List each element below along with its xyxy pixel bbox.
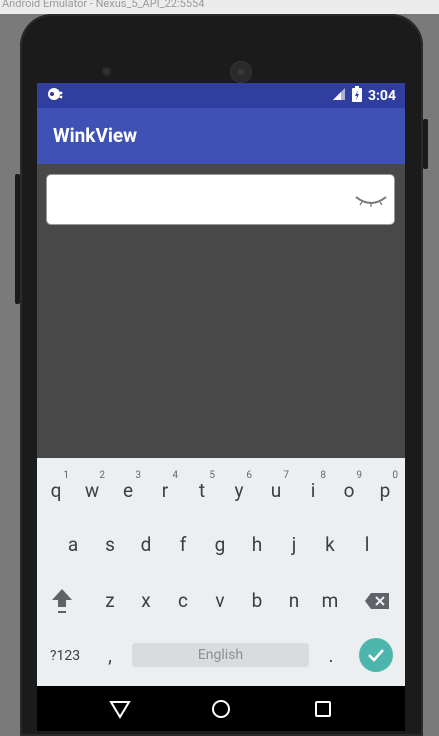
comma-key[interactable]: ,	[95, 636, 125, 676]
key-o[interactable]: 9o	[334, 471, 364, 511]
front-camera	[102, 67, 111, 76]
battery-icon	[351, 86, 362, 106]
key-d[interactable]: d	[131, 525, 161, 565]
period-key[interactable]: .	[316, 636, 346, 676]
key-q[interactable]: 1q	[41, 471, 71, 511]
soft-keyboard: 1q 2w 3e 4r 5t 6y 7u 8i 9o 0p a s d f g …	[37, 458, 405, 686]
home-icon[interactable]	[209, 697, 233, 721]
key-u[interactable]: 7u	[261, 471, 291, 511]
back-icon[interactable]	[108, 697, 132, 721]
key-b[interactable]: b	[242, 581, 272, 621]
shift-arrow-icon	[52, 589, 72, 613]
spacebar[interactable]: English	[132, 643, 309, 667]
key-c[interactable]: c	[168, 581, 198, 621]
recents-icon[interactable]	[311, 697, 335, 721]
key-z[interactable]: z	[95, 581, 125, 621]
checkmark-icon	[368, 649, 384, 662]
key-v[interactable]: v	[205, 581, 235, 621]
shift-key[interactable]	[47, 581, 77, 621]
earpiece-speaker	[230, 61, 252, 83]
status-bar: 3:04	[37, 83, 405, 108]
emulator-window-title: Android Emulator - Nexus_5_API_22:5554	[0, 0, 439, 14]
side-button-right	[423, 119, 428, 169]
status-time: 3:04	[367, 88, 396, 104]
key-g[interactable]: g	[205, 525, 235, 565]
key-x[interactable]: x	[131, 581, 161, 621]
notification-icon	[46, 87, 64, 107]
key-s[interactable]: s	[95, 525, 125, 565]
navigation-bar	[37, 686, 405, 731]
app-toolbar: WinkView	[37, 108, 405, 164]
key-a[interactable]: a	[58, 525, 88, 565]
backspace-icon	[365, 593, 389, 609]
key-p[interactable]: 0p	[370, 471, 400, 511]
key-m[interactable]: m	[315, 581, 345, 621]
key-k[interactable]: k	[315, 525, 345, 565]
key-i[interactable]: 8i	[298, 471, 328, 511]
app-title: WinkView	[53, 124, 138, 147]
key-j[interactable]: j	[279, 525, 309, 565]
key-e[interactable]: 3e	[113, 471, 143, 511]
enter-key[interactable]	[359, 638, 393, 672]
backspace-key[interactable]	[362, 581, 392, 621]
key-l[interactable]: l	[352, 525, 382, 565]
wink-text-field[interactable]	[47, 175, 394, 224]
key-n[interactable]: n	[279, 581, 309, 621]
key-t[interactable]: 5t	[187, 471, 217, 511]
device-screen: 3:04 WinkView 1q 2w 3e 4r 5t 6y 7u 8i 9o…	[37, 83, 405, 731]
cellular-signal-icon	[332, 87, 346, 105]
key-y[interactable]: 6y	[224, 471, 254, 511]
wink-eye-icon[interactable]	[354, 193, 388, 213]
key-r[interactable]: 4r	[150, 471, 180, 511]
symbols-key[interactable]: ?123	[43, 636, 87, 676]
key-f[interactable]: f	[168, 525, 198, 565]
side-button-left	[15, 174, 20, 304]
key-h[interactable]: h	[242, 525, 272, 565]
key-w[interactable]: 2w	[77, 471, 107, 511]
